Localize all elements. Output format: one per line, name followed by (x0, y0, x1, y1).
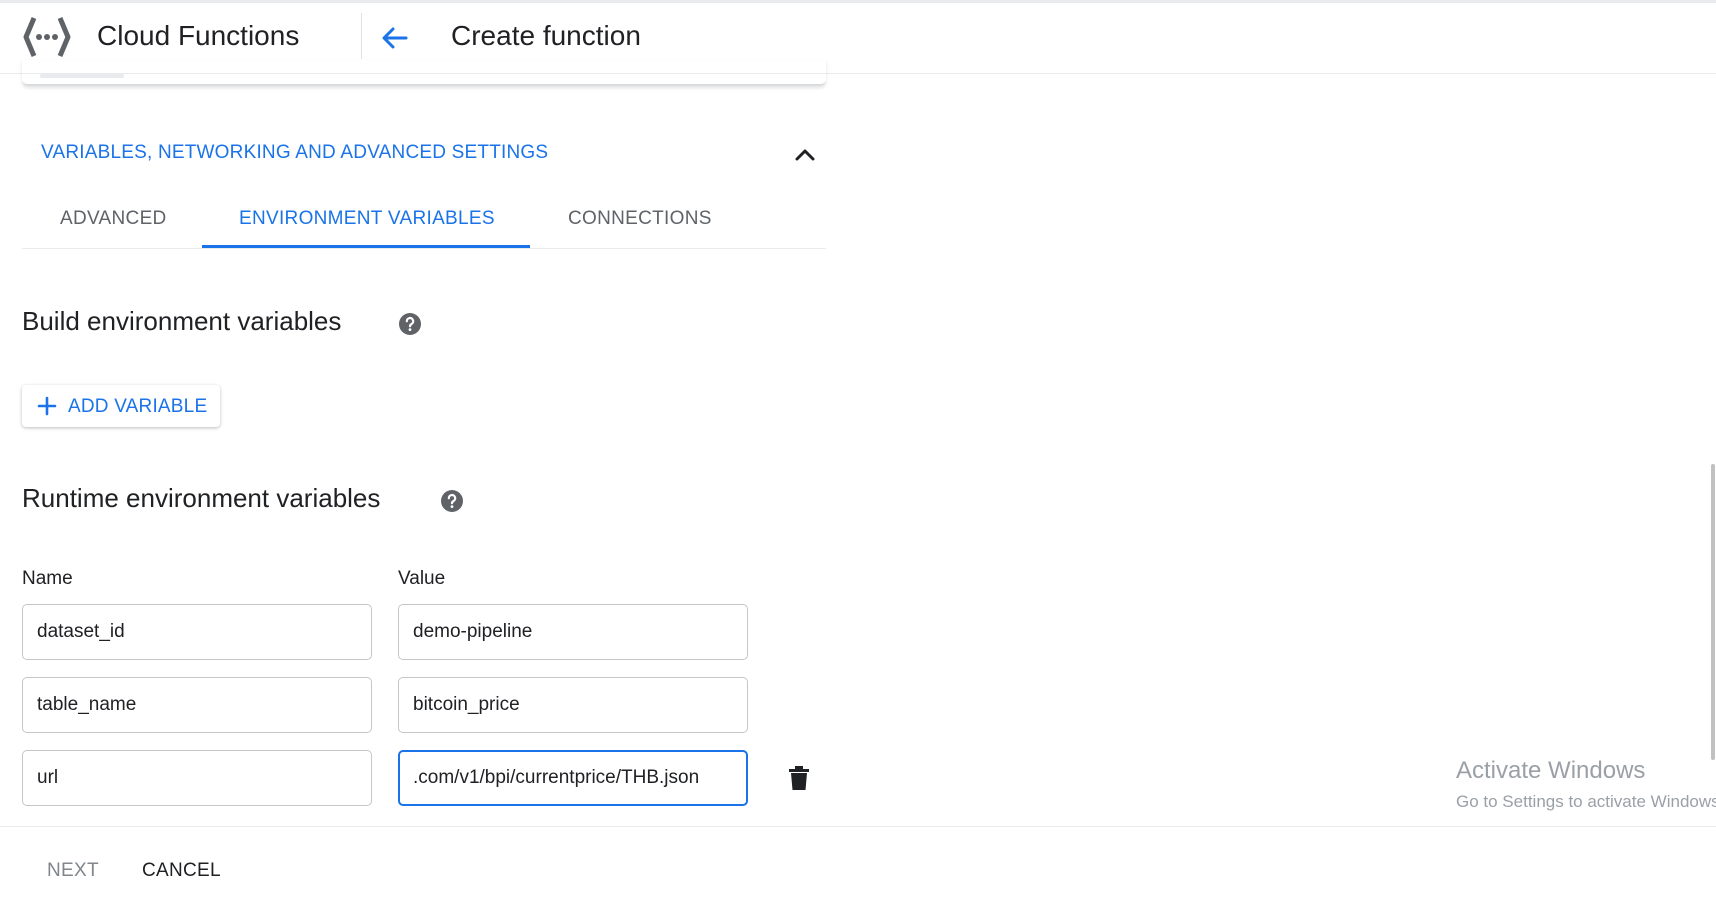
settings-tabs: ADVANCED ENVIRONMENT VARIABLES CONNECTIO… (22, 196, 826, 249)
back-arrow-icon[interactable] (378, 21, 412, 55)
env-value-input-2[interactable] (398, 677, 748, 733)
scrollbar-thumb[interactable] (1711, 464, 1715, 760)
delete-trash-icon[interactable] (787, 765, 811, 791)
env-value-input-3[interactable] (398, 750, 748, 806)
cancel-button[interactable]: CANCEL (142, 860, 221, 882)
tab-environment-variables[interactable]: ENVIRONMENT VARIABLES (239, 208, 495, 230)
help-icon[interactable] (440, 489, 464, 513)
help-icon[interactable] (398, 312, 422, 336)
env-value-input-1[interactable] (398, 604, 748, 660)
env-name-input-3[interactable] (22, 750, 372, 806)
env-name-input-2[interactable] (22, 677, 372, 733)
active-tab-indicator (202, 245, 530, 248)
activate-windows-subtitle: Go to Settings to activate Windows. (1456, 792, 1716, 811)
add-variable-label: ADD VARIABLE (68, 396, 208, 417)
add-build-variable-button[interactable]: ADD VARIABLE (22, 385, 220, 427)
tab-connections[interactable]: CONNECTIONS (568, 208, 712, 230)
name-column-label: Name (22, 568, 73, 589)
tab-advanced[interactable]: ADVANCED (60, 208, 167, 230)
build-env-heading: Build environment variables (22, 306, 342, 336)
previous-card-stub (40, 74, 124, 78)
product-name[interactable]: Cloud Functions (97, 20, 299, 52)
footer-actions: NEXT CANCEL (0, 826, 1716, 899)
cloud-functions-logo-icon (23, 17, 71, 57)
runtime-env-heading: Runtime environment variables (22, 483, 381, 513)
chevron-up-icon[interactable] (790, 140, 820, 170)
page-title: Create function (451, 20, 641, 51)
env-name-input-1[interactable] (22, 604, 372, 660)
value-column-label: Value (398, 568, 446, 589)
topbar-divider (361, 13, 362, 59)
previous-card-edge (22, 60, 826, 86)
activate-windows-title: Activate Windows (1456, 757, 1646, 784)
advanced-settings-toggle[interactable]: VARIABLES, NETWORKING AND ADVANCED SETTI… (41, 142, 548, 164)
next-button[interactable]: NEXT (47, 860, 99, 882)
plus-icon (37, 396, 57, 416)
